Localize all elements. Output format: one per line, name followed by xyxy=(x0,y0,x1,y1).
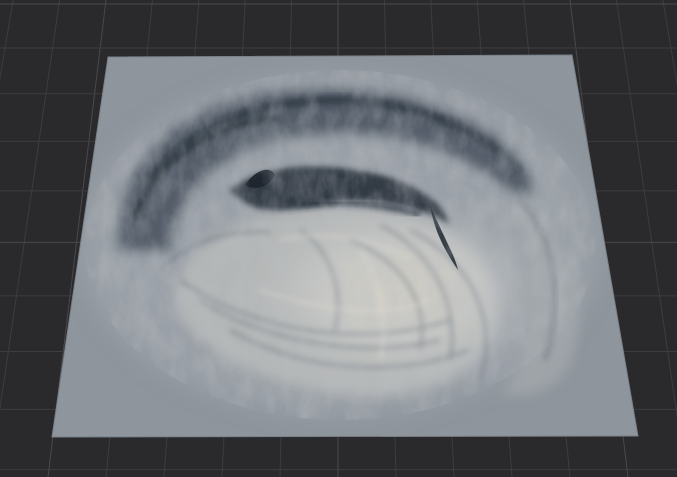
3d-viewport[interactable] xyxy=(0,0,677,477)
terrain-heightmap-mesh[interactable] xyxy=(51,54,639,438)
terrain-vortex-feature xyxy=(80,70,600,420)
grid-line xyxy=(0,0,61,412)
grid-line xyxy=(0,0,14,81)
grid-line xyxy=(662,0,677,87)
viewport-canvas[interactable] xyxy=(0,0,677,477)
